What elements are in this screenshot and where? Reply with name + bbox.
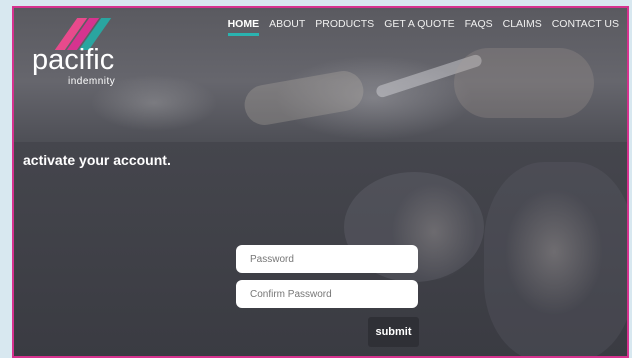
hero-photo-detail [241, 67, 367, 129]
hero-photo-hand [454, 48, 594, 118]
page-title: activate your account. [23, 152, 171, 168]
submit-button[interactable]: submit [368, 317, 419, 347]
nav-get-a-quote[interactable]: GET A QUOTE [384, 18, 454, 36]
main-nav: HOME ABOUT PRODUCTS GET A QUOTE FAQS CLA… [227, 18, 619, 36]
nav-contact-us[interactable]: CONTACT US [552, 18, 619, 36]
brand-tagline: indemnity [68, 76, 116, 87]
nav-products[interactable]: PRODUCTS [315, 18, 374, 36]
nav-home[interactable]: HOME [227, 18, 260, 36]
password-input[interactable] [236, 245, 418, 273]
brand-name: pacific [32, 44, 115, 76]
page-frame: pacific indemnity HOME ABOUT PRODUCTS GE… [12, 6, 629, 358]
nav-faqs[interactable]: FAQS [465, 18, 493, 36]
background-person-b [484, 162, 627, 356]
brand-logo[interactable]: pacific indemnity [32, 18, 132, 88]
confirm-password-input[interactable] [236, 280, 418, 308]
nav-about[interactable]: ABOUT [269, 18, 305, 36]
nav-claims[interactable]: CLAIMS [503, 18, 542, 36]
